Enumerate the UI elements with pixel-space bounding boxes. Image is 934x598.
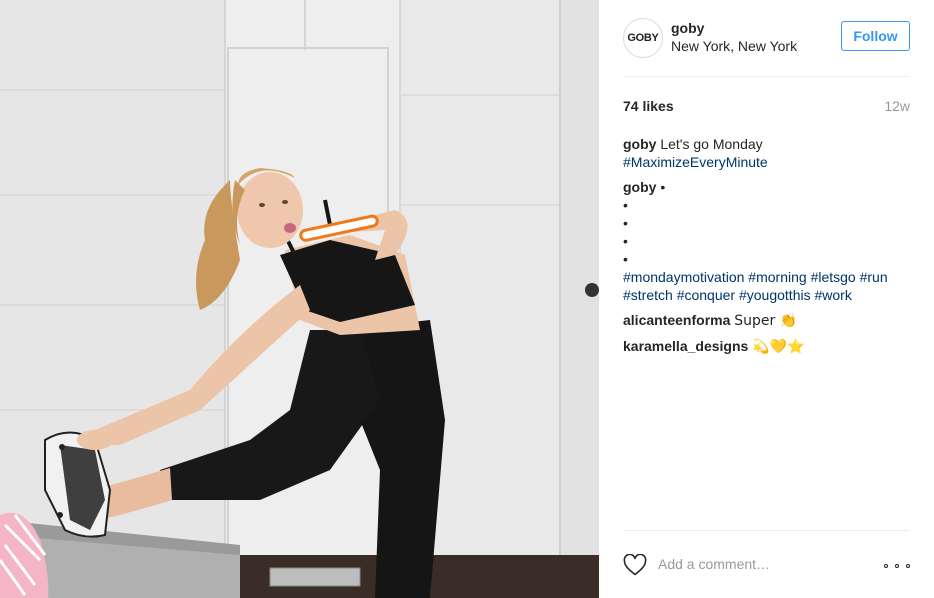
post-image[interactable] <box>0 0 599 598</box>
comment-author[interactable]: alicanteenforma <box>623 312 730 328</box>
comments-list: goby Let's go Monday #MaximizeEveryMinut… <box>623 135 913 363</box>
post-photo-illustration <box>0 0 599 598</box>
likes-count[interactable]: 74 likes <box>623 98 674 114</box>
footer-divider <box>623 530 910 531</box>
heart-icon[interactable] <box>623 554 647 576</box>
hashtag-link[interactable]: #stretch <box>623 287 673 303</box>
comment-item: goby • • • • • #mondaymotivation #mornin… <box>623 178 913 304</box>
hashtag-link[interactable]: #MaximizeEveryMinute <box>623 154 768 170</box>
comment-bullet: • <box>623 251 628 267</box>
comment-text: 💫💛⭐ <box>752 339 805 355</box>
hashtag-link[interactable]: #morning <box>748 269 806 285</box>
caption-text: Let's go Monday <box>660 136 763 152</box>
hashtag-link[interactable]: #conquer <box>677 287 735 303</box>
comment-text: Super 👏 <box>734 313 798 329</box>
comment-bullet: • <box>623 233 628 249</box>
header-divider <box>623 76 910 77</box>
caption: goby Let's go Monday #MaximizeEveryMinut… <box>623 135 913 171</box>
more-options-icon[interactable] <box>884 556 910 576</box>
avatar-logo-text: GOBY <box>627 32 659 44</box>
post-timestamp[interactable]: 12w <box>884 98 910 114</box>
avatar[interactable]: GOBY <box>623 18 663 58</box>
comment-bullet: • <box>656 179 666 195</box>
comment-item: karamella_designs 💫💛⭐ <box>623 337 913 356</box>
comment-author[interactable]: karamella_designs <box>623 338 748 354</box>
caption-author[interactable]: goby <box>623 136 656 152</box>
more-dot <box>906 564 910 568</box>
post-header: GOBY goby New York, New York Follow <box>623 18 910 58</box>
more-dot <box>895 564 899 568</box>
comment-bullet: • <box>623 215 628 231</box>
hashtag-link[interactable]: #mondaymotivation <box>623 269 744 285</box>
add-comment-input[interactable] <box>658 556 858 572</box>
comment-author[interactable]: goby <box>623 179 656 195</box>
hashtag-link[interactable]: #yougotthis <box>739 287 811 303</box>
header-location[interactable]: New York, New York <box>671 38 797 54</box>
hashtag-link[interactable]: #run <box>860 269 888 285</box>
comment-bar <box>623 548 910 584</box>
hashtag-link[interactable]: #letsgo <box>811 269 856 285</box>
more-dot <box>884 564 888 568</box>
comment-bullet: • <box>623 197 628 213</box>
follow-button[interactable]: Follow <box>841 21 910 51</box>
hashtag-link[interactable]: #work <box>814 287 851 303</box>
post-details-panel: GOBY goby New York, New York Follow 74 l… <box>599 0 934 598</box>
header-username[interactable]: goby <box>671 20 704 36</box>
comment-item: alicanteenforma Super 👏 <box>623 311 913 330</box>
